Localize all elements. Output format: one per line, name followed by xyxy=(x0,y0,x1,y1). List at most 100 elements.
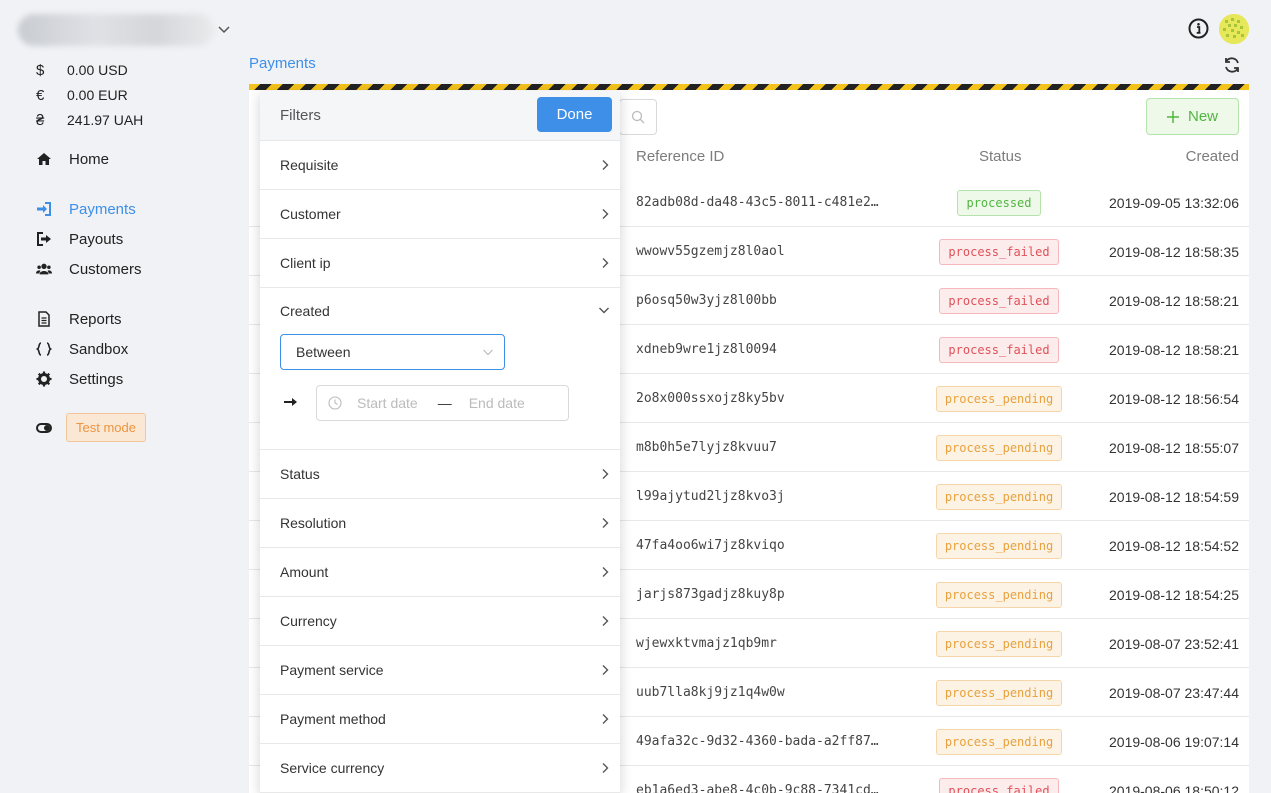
filters-dropdown: Filters Done Requisite Customer Client ip … xyxy=(260,91,620,793)
reference-id: uub7lla8kj9jz1q4w0w xyxy=(636,685,785,700)
test-mode-toggle[interactable]: Test mode xyxy=(36,413,146,442)
toggle-icon xyxy=(36,422,52,433)
avatar[interactable] xyxy=(1219,14,1249,44)
filter-item-amount[interactable]: Amount xyxy=(260,548,620,597)
status-badge: process_failed xyxy=(939,238,1059,265)
filter-item-payment-method[interactable]: Payment method xyxy=(260,695,620,744)
end-date-input[interactable]: End date xyxy=(469,395,525,411)
balance-row: $0.00 USD xyxy=(36,60,128,80)
filter-item-label: Customer xyxy=(280,206,341,222)
nav-settings-label: Settings xyxy=(69,370,124,388)
filter-item-currency[interactable]: Currency xyxy=(260,597,620,646)
gear-icon xyxy=(36,371,52,387)
filter-item-service-currency[interactable]: Service currency xyxy=(260,744,620,793)
reference-id: p6osq50w3yjz8l00bb xyxy=(636,293,777,308)
balance-amount: 0.00 EUR xyxy=(67,87,128,103)
file-text-icon xyxy=(38,311,50,327)
created-date: 2019-08-12 18:54:25 xyxy=(1109,586,1239,603)
reference-id: 49afa32c-9d32-4360-bada-a2ff87… xyxy=(636,734,879,749)
filters-header: Filters Done xyxy=(260,91,620,141)
sign-in-icon xyxy=(37,202,51,216)
status-badge: process_pending xyxy=(935,385,1063,412)
status-badge: process_pending xyxy=(935,581,1063,608)
nav-customers-label: Customers xyxy=(69,260,142,278)
nav-payouts-label: Payouts xyxy=(69,230,124,248)
filter-item-label: Requisite xyxy=(280,157,339,173)
filter-item-payment-service[interactable]: Payment service xyxy=(260,646,620,695)
created-date: 2019-08-12 18:58:35 xyxy=(1109,243,1239,260)
column-header-status[interactable]: Status xyxy=(979,148,1022,165)
nav-customers[interactable]: Customers xyxy=(36,258,142,280)
status-badge: process_pending xyxy=(935,434,1063,461)
status-badge: process_pending xyxy=(935,679,1063,706)
nav-home-label: Home xyxy=(69,150,110,168)
chevron-down-icon xyxy=(218,26,230,34)
reference-id: wjewxktvmajz1qb9mr xyxy=(636,636,777,651)
reference-id: l99ajytud2ljz8kvo3j xyxy=(636,489,785,504)
new-payment-button[interactable]: New xyxy=(1146,98,1239,135)
status-badge: process_pending xyxy=(935,630,1063,657)
done-button[interactable]: Done xyxy=(537,97,612,132)
currency-icon: ₴ xyxy=(36,111,45,129)
filter-item-label: Amount xyxy=(280,564,329,580)
filter-item-requisite[interactable]: Requisite xyxy=(260,141,620,190)
nav-reports[interactable]: Reports xyxy=(36,308,122,330)
nav-payments[interactable]: Payments xyxy=(36,198,136,220)
identicon-icon xyxy=(1219,14,1249,44)
balance-amount: 0.00 USD xyxy=(67,62,128,78)
chevron-right-icon xyxy=(602,258,609,268)
chevron-down-icon[interactable] xyxy=(598,305,610,315)
chevron-right-icon xyxy=(602,209,609,219)
filter-item-client-ip[interactable]: Client ip xyxy=(260,239,620,288)
new-button-label: New xyxy=(1187,108,1218,125)
balance-amount: 241.97 UAH xyxy=(67,112,144,128)
home-icon xyxy=(37,153,51,165)
plus-icon xyxy=(1166,110,1179,123)
filter-item-resolution[interactable]: Resolution xyxy=(260,499,620,548)
start-date-input[interactable]: Start date xyxy=(357,395,418,411)
clock-icon xyxy=(328,396,342,410)
filter-item-label: Payment service xyxy=(280,662,384,678)
reference-id: xdneb9wre1jz8l0094 xyxy=(636,342,777,357)
reference-id: 2o8x000ssxojz8ky5bv xyxy=(636,391,785,406)
currency-icon: $ xyxy=(36,61,45,79)
created-date: 2019-08-12 18:58:21 xyxy=(1109,341,1239,358)
nav-settings[interactable]: Settings xyxy=(36,368,123,390)
nav-home[interactable]: Home xyxy=(36,148,109,170)
chevron-right-icon xyxy=(602,469,609,479)
filter-created-label[interactable]: Created xyxy=(280,303,330,319)
status-badge: process_failed xyxy=(939,336,1059,363)
reference-id: jarjs873gadjz8kuy8p xyxy=(636,587,785,602)
filter-item-customer[interactable]: Customer xyxy=(260,190,620,239)
filter-item-label: Client ip xyxy=(280,255,331,271)
nav-sandbox[interactable]: Sandbox xyxy=(36,338,128,360)
info-icon[interactable] xyxy=(1188,18,1209,39)
status-badge: processed xyxy=(957,189,1041,216)
curly-braces-icon xyxy=(36,342,52,356)
column-header-reference[interactable]: Reference ID xyxy=(636,148,724,165)
created-date: 2019-08-07 23:52:41 xyxy=(1109,635,1239,652)
search-button[interactable] xyxy=(619,99,657,135)
filter-created-section: Created Between Start date — End date xyxy=(260,288,620,450)
chevron-right-icon xyxy=(602,518,609,528)
created-mode-select[interactable]: Between xyxy=(280,334,505,370)
column-header-created[interactable]: Created xyxy=(1186,148,1239,165)
filter-item-label: Status xyxy=(280,466,320,482)
nav-payments-label: Payments xyxy=(69,200,136,218)
account-switcher[interactable] xyxy=(18,12,230,48)
refresh-icon[interactable] xyxy=(1223,56,1241,74)
date-separator: — xyxy=(437,395,452,411)
tab-payments[interactable]: Payments xyxy=(249,55,316,72)
status-badge: process_pending xyxy=(935,728,1063,755)
created-date: 2019-08-12 18:54:59 xyxy=(1109,488,1239,505)
status-badge: process_failed xyxy=(939,287,1059,314)
filter-item-status[interactable]: Status xyxy=(260,450,620,499)
reference-id: m8b0h5e7lyjz8kvuu7 xyxy=(636,440,777,455)
search-icon xyxy=(631,110,645,124)
date-range-picker[interactable]: Start date — End date xyxy=(316,385,569,421)
filters-title: Filters xyxy=(280,107,321,124)
nav-payouts[interactable]: Payouts xyxy=(36,228,123,250)
created-date: 2019-08-12 18:54:52 xyxy=(1109,537,1239,554)
chevron-right-icon xyxy=(602,665,609,675)
filter-item-label: Currency xyxy=(280,613,337,629)
